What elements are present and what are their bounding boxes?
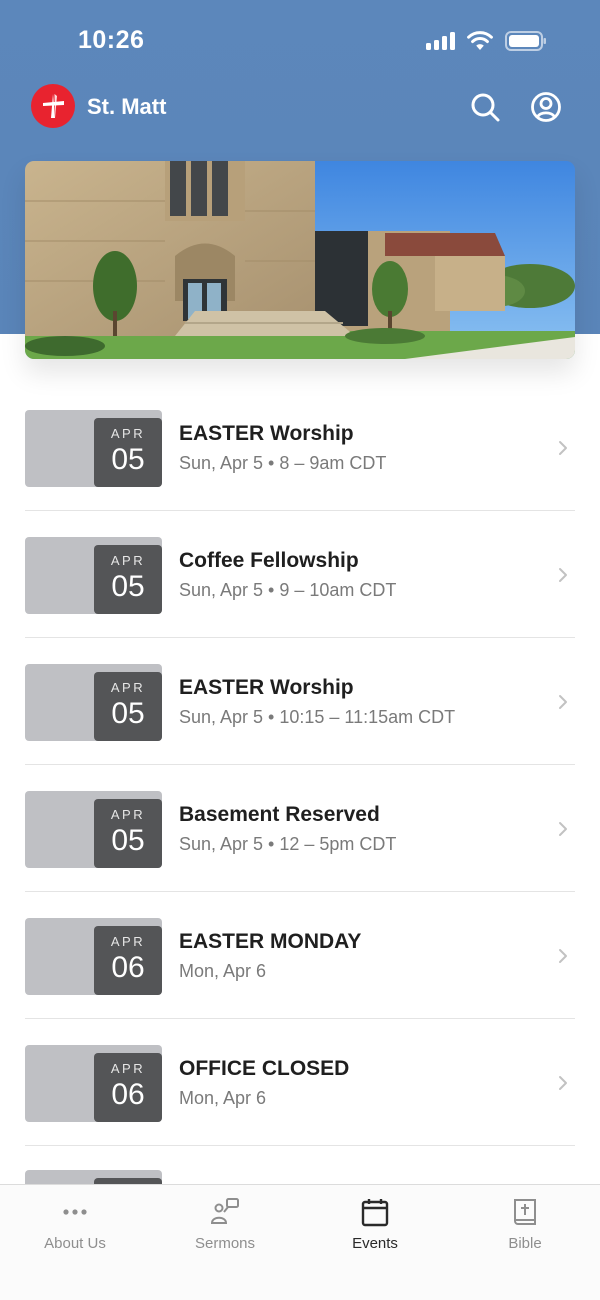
chevron-right-icon [559, 822, 567, 836]
event-row[interactable]: APR 05 EASTER Worship Sun, Apr 5 • 10:15… [25, 638, 575, 765]
church-building-photo [25, 161, 575, 359]
date-day: 06 [111, 951, 145, 984]
chevron-right-icon [559, 568, 567, 582]
chevron-right-icon [559, 695, 567, 709]
bible-icon [514, 1199, 536, 1225]
date-day: 06 [111, 1078, 145, 1111]
event-thumbnail: APR 05 [25, 791, 162, 868]
chevron-right-icon [559, 949, 567, 963]
event-datetime: Sun, Apr 5 • 8 – 9am CDT [179, 453, 387, 473]
bottom-tab-bar: About Us Sermons Events Bible [0, 1184, 600, 1300]
date-badge: APR 05 [94, 418, 162, 487]
sermons-icon [210, 1198, 239, 1224]
event-datetime: Sun, Apr 5 • 10:15 – 11:15am CDT [179, 707, 456, 727]
date-badge: APR 05 [94, 672, 162, 741]
event-row[interactable]: APR 05 EASTER Worship Sun, Apr 5 • 8 – 9… [25, 384, 575, 511]
date-month: APR [110, 680, 146, 695]
date-badge: APR 06 [94, 926, 162, 995]
account-icon[interactable] [529, 90, 563, 124]
calendar-icon [361, 1199, 389, 1227]
chevron-right-icon [559, 441, 567, 455]
event-title: Coffee Fellowship [179, 549, 359, 572]
date-month: APR [110, 553, 146, 568]
event-title: Basement Reserved [179, 803, 380, 826]
date-badge: APR 06 [94, 1053, 162, 1122]
tab-label: About Us [44, 1235, 106, 1252]
event-row[interactable]: APR 05 Coffee Fellowship Sun, Apr 5 • 9 … [25, 511, 575, 638]
event-thumbnail: APR 06 [25, 918, 162, 995]
search-icon[interactable] [468, 90, 502, 124]
date-day: 05 [111, 443, 145, 476]
cross-logo-icon[interactable] [31, 84, 75, 128]
date-day: 05 [111, 697, 145, 730]
date-badge: APR 05 [94, 545, 162, 614]
date-day: 05 [111, 824, 145, 857]
tab-events[interactable]: Events [300, 1185, 450, 1265]
date-badge: APR 05 [94, 799, 162, 868]
event-datetime: Sun, Apr 5 • 12 – 5pm CDT [179, 834, 397, 854]
event-thumbnail: APR 05 [25, 410, 162, 487]
tab-label: Events [352, 1235, 398, 1252]
tab-sermons[interactable]: Sermons [150, 1185, 300, 1265]
status-bar: 10:26 [0, 0, 600, 80]
church-name: St. Matt [87, 94, 167, 119]
date-month: APR [110, 807, 146, 822]
tab-label: Sermons [194, 1235, 256, 1252]
event-datetime: Mon, Apr 6 [179, 961, 267, 981]
battery-icon [505, 31, 546, 51]
date-month: APR [110, 934, 146, 949]
event-title: EASTER Worship [179, 422, 354, 445]
event-row[interactable]: APR 05 Basement Reserved Sun, Apr 5 • 12… [25, 765, 575, 892]
cellular-signal-icon [426, 32, 458, 50]
event-row[interactable]: APR 06 EASTER MONDAY Mon, Apr 6 [25, 892, 575, 1019]
wifi-icon [467, 31, 493, 50]
status-time: 10:26 [78, 26, 145, 54]
event-thumbnail: APR 06 [25, 1045, 162, 1122]
tab-bible[interactable]: Bible [450, 1185, 600, 1265]
event-title: EASTER MONDAY [179, 930, 362, 953]
event-thumbnail: APR 05 [25, 537, 162, 614]
event-title: OFFICE CLOSED [179, 1057, 350, 1080]
chevron-right-icon [559, 1076, 567, 1090]
event-datetime: Mon, Apr 6 [179, 1088, 267, 1108]
more-dots-icon [63, 1209, 87, 1215]
date-month: APR [110, 426, 146, 441]
date-day: 05 [111, 570, 145, 603]
tab-label: Bible [508, 1235, 542, 1252]
event-title: EASTER Worship [179, 676, 354, 699]
event-thumbnail: APR 05 [25, 664, 162, 741]
top-navigation-bar: St. Matt [0, 80, 600, 132]
tab-about-us[interactable]: About Us [0, 1185, 150, 1265]
event-datetime: Sun, Apr 5 • 9 – 10am CDT [179, 580, 397, 600]
date-month: APR [110, 1061, 146, 1076]
event-thumbnail-partial [25, 1170, 162, 1184]
event-row[interactable]: APR 06 OFFICE CLOSED Mon, Apr 6 [25, 1019, 575, 1146]
